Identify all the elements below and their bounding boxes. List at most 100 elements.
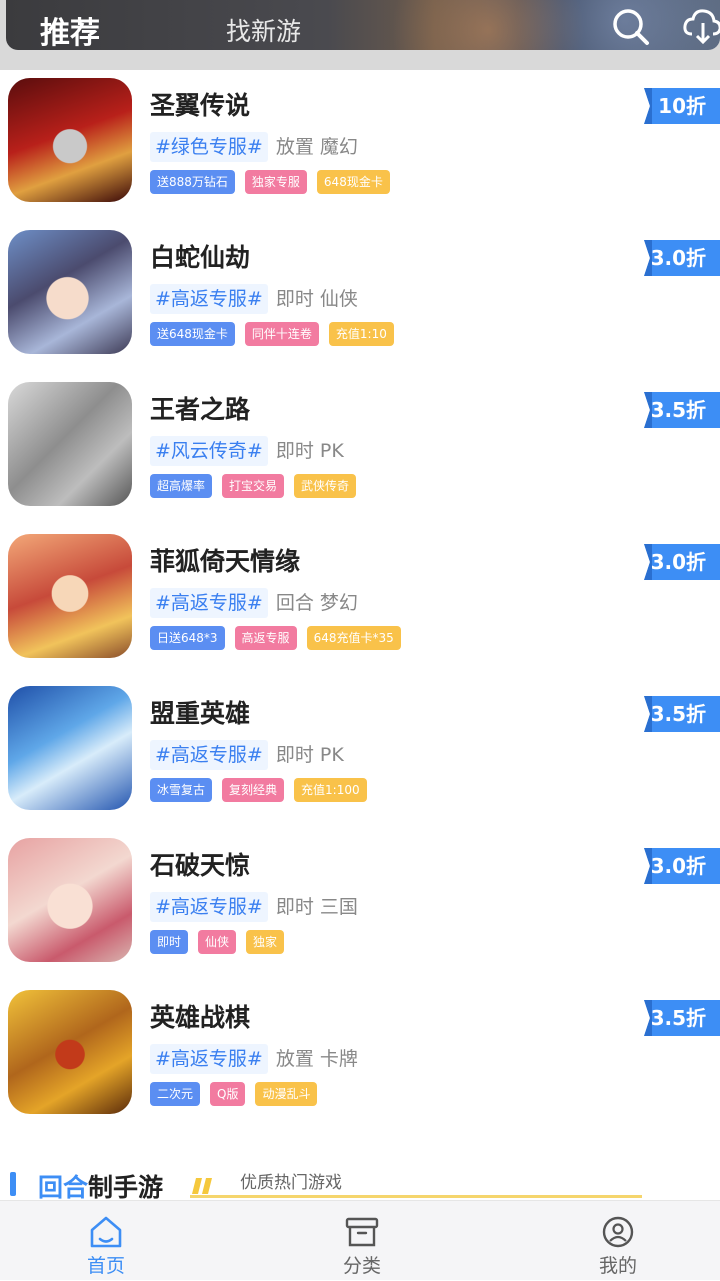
feature-chip: 充值1:100 (294, 778, 367, 802)
game-categories: 回合 梦幻 (275, 592, 358, 614)
game-list-item[interactable]: 石破天惊 #高返专服# 即时 三国即时 仙侠 独家 3.0折 (0, 830, 720, 982)
server-hashtag[interactable]: #绿色专服# (150, 132, 268, 162)
game-categories: 放置 魔幻 (275, 136, 358, 158)
section-title-highlight: 回合 (38, 1173, 89, 1202)
tab-home[interactable]: 首页 (46, 1201, 166, 1281)
feature-chip: 独家专服 (244, 170, 307, 194)
tab-recommend[interactable]: 推荐 (40, 8, 100, 52)
feature-chips: 送888万钻石 独家专服 648现金卡 (150, 170, 400, 196)
game-list-item[interactable]: 英雄战棋 #高返专服# 放置 卡牌二次元 Q版 动漫乱斗 3.5折 (0, 982, 720, 1134)
baishe-game-icon[interactable] (8, 230, 132, 354)
feature-chip: 动漫乱斗 (255, 1082, 318, 1106)
section-title-rest: 制手游 (88, 1173, 164, 1202)
feature-chip: 充值1:10 (328, 322, 394, 346)
discount-badge: 3.5折 (644, 696, 720, 732)
game-title: 圣翼传说 (150, 91, 251, 120)
home-icon (90, 1216, 122, 1248)
feature-chips: 送648现金卡 同伴十连卷 充值1:10 (150, 322, 404, 348)
feature-chip: 冰雪复古 (150, 778, 213, 802)
shengyi-game-icon[interactable] (8, 78, 132, 202)
section-accent-bar (10, 1172, 16, 1196)
game-categories: 即时 PK (275, 440, 344, 462)
server-hashtag[interactable]: #风云传奇# (150, 436, 268, 466)
discount-badge: 10折 (644, 88, 720, 124)
section-header: 回合制手游 优质热门游戏 (0, 1160, 720, 1202)
download-icon[interactable] (682, 6, 720, 46)
game-categories: 即时 三国 (275, 896, 358, 918)
game-categories: 放置 卡牌 (275, 1048, 358, 1070)
discount-badge: 3.0折 (644, 848, 720, 884)
feature-chip: 648充值卡*35 (306, 626, 401, 650)
feature-chip: 超高爆率 (150, 474, 213, 498)
profile-icon (602, 1216, 634, 1248)
slash-decoration-icon (192, 1178, 212, 1194)
feature-chips: 冰雪复古 复刻经典 充值1:100 (150, 778, 377, 804)
section-title: 回合制手游 (38, 1168, 163, 1204)
game-title: 菲狐倚天情缘 (150, 547, 301, 576)
feature-chip: 打宝交易 (222, 474, 285, 498)
tab-find-new-games[interactable]: 找新游 (226, 12, 301, 48)
feature-chip: 送888万钻石 (150, 170, 235, 194)
game-title: 白蛇仙劫 (150, 243, 251, 272)
game-title: 石破天惊 (150, 851, 251, 880)
server-hashtag[interactable]: #高返专服# (150, 588, 268, 618)
tab-profile-label: 我的 (598, 1255, 637, 1277)
feature-chips: 日送648*3 高返专服 648充值卡*35 (150, 626, 411, 652)
mengzhong-game-icon[interactable] (8, 686, 132, 810)
discount-badge: 3.5折 (644, 1000, 720, 1036)
game-tagline: #高返专服# 回合 梦幻 (150, 588, 358, 618)
yingxiong-game-icon[interactable] (8, 990, 132, 1114)
discount-badge: 3.0折 (644, 544, 720, 580)
feature-chip: 二次元 (150, 1082, 201, 1106)
category-box-icon (345, 1217, 379, 1247)
wangzhe-game-icon[interactable] (8, 382, 132, 506)
search-icon[interactable] (610, 6, 650, 46)
feature-chip: 独家 (246, 930, 285, 954)
game-tagline: #高返专服# 即时 仙侠 (150, 284, 358, 314)
feature-chip: 高返专服 (234, 626, 297, 650)
game-tagline: #绿色专服# 放置 魔幻 (150, 132, 358, 162)
bottom-tab-bar: 首页 分类 我的 (0, 1200, 720, 1280)
game-title: 王者之路 (150, 395, 251, 424)
tab-category[interactable]: 分类 (302, 1201, 422, 1281)
tab-profile[interactable]: 我的 (558, 1201, 678, 1281)
game-list-item[interactable]: 圣翼传说 #绿色专服# 放置 魔幻送888万钻石 独家专服 648现金卡 10折 (0, 70, 720, 222)
game-list-item[interactable]: 白蛇仙劫 #高返专服# 即时 仙侠送648现金卡 同伴十连卷 充值1:10 3.0折 (0, 222, 720, 374)
feature-chip: 即时 (150, 930, 189, 954)
feature-chips: 二次元 Q版 动漫乱斗 (150, 1082, 327, 1108)
feature-chips: 超高爆率 打宝交易 武侠传奇 (150, 474, 366, 500)
tab-category-label: 分类 (342, 1255, 381, 1277)
feihu-game-icon[interactable] (8, 534, 132, 658)
server-hashtag[interactable]: #高返专服# (150, 740, 268, 770)
game-tagline: #高返专服# 即时 三国 (150, 892, 358, 922)
feature-chips: 即时 仙侠 独家 (150, 930, 294, 956)
discount-badge: 3.0折 (644, 240, 720, 276)
shipo-game-icon[interactable] (8, 838, 132, 962)
feature-chip: 武侠传奇 (294, 474, 357, 498)
feature-chip: 仙侠 (198, 930, 237, 954)
game-list-item[interactable]: 盟重英雄 #高返专服# 即时 PK 冰雪复古 复刻经典 充值1:100 3.5折 (0, 678, 720, 830)
game-tagline: #高返专服# 即时 PK (150, 740, 344, 770)
server-hashtag[interactable]: #高返专服# (150, 892, 268, 922)
game-tagline: #高返专服# 放置 卡牌 (150, 1044, 358, 1074)
section-subtitle: 优质热门游戏 (240, 1173, 342, 1193)
game-title: 英雄战棋 (150, 1003, 251, 1032)
feature-chip: 复刻经典 (222, 778, 285, 802)
game-categories: 即时 PK (275, 744, 344, 766)
feature-chip: 同伴十连卷 (244, 322, 319, 346)
feature-chip: Q版 (210, 1082, 246, 1106)
feature-chip: 648现金卡 (316, 170, 390, 194)
tab-home-label: 首页 (86, 1255, 125, 1277)
feature-chip: 送648现金卡 (150, 322, 235, 346)
game-title: 盟重英雄 (150, 699, 251, 728)
section-underline (190, 1195, 642, 1198)
game-list-item[interactable]: 菲狐倚天情缘 #高返专服# 回合 梦幻日送648*3 高返专服 648充值卡*35 3.0… (0, 526, 720, 678)
game-categories: 即时 仙侠 (275, 288, 358, 310)
server-hashtag[interactable]: #高返专服# (150, 1044, 268, 1074)
feature-chip: 日送648*3 (150, 626, 225, 650)
discount-badge: 3.5折 (644, 392, 720, 428)
top-header: 推荐 找新游 (0, 0, 720, 70)
game-tagline: #风云传奇# 即时 PK (150, 436, 344, 466)
game-list-item[interactable]: 王者之路 #风云传奇# 即时 PK 超高爆率 打宝交易 武侠传奇 3.5折 (0, 374, 720, 526)
server-hashtag[interactable]: #高返专服# (150, 284, 268, 314)
